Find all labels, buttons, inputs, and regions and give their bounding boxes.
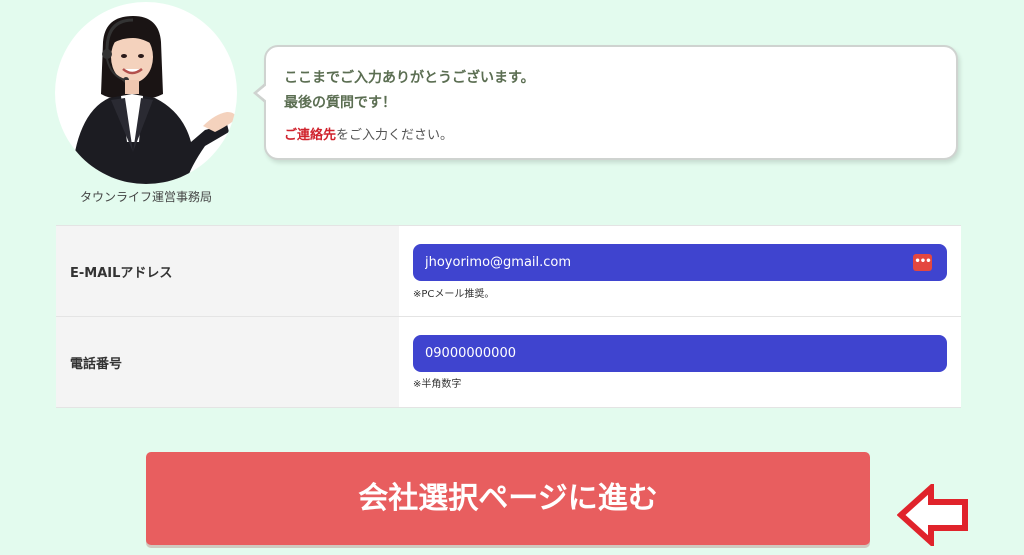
email-hint: ※PCメール推奨。 bbox=[413, 289, 495, 300]
speech-bubble: ここまでご入力ありがとうございます。 最後の質問です！ ご連絡先をご入力ください… bbox=[264, 45, 958, 160]
email-label: E-MAILアドレス bbox=[70, 266, 173, 281]
phone-label-cell: 電話番号 bbox=[56, 317, 399, 407]
phone-hint: ※半角数字 bbox=[413, 379, 462, 390]
email-row: E-MAILアドレス ••• ※PCメール推奨。 bbox=[56, 225, 961, 316]
bubble-instruction-emphasis: ご連絡先 bbox=[284, 128, 337, 143]
phone-row: 電話番号 ※半角数字 bbox=[56, 316, 961, 408]
email-label-cell: E-MAILアドレス bbox=[56, 226, 399, 316]
bubble-tail-inner bbox=[257, 84, 268, 102]
proceed-to-company-selection-button[interactable]: 会社選択ページに進む bbox=[146, 452, 870, 545]
phone-field[interactable] bbox=[413, 335, 947, 372]
operator-woman-headset-icon bbox=[71, 16, 236, 184]
operator-avatar bbox=[55, 2, 237, 184]
bubble-thanks-text: ここまでご入力ありがとうございます。 bbox=[284, 70, 535, 86]
operator-caption: タウンライフ運営事務局 bbox=[79, 190, 212, 204]
email-field[interactable] bbox=[413, 244, 947, 281]
bubble-instruction-text: ご連絡先をご入力ください。 bbox=[284, 124, 453, 143]
bubble-last-question-text: 最後の質問です！ bbox=[284, 95, 396, 111]
contact-form: E-MAILアドレス ••• ※PCメール推奨。 電話番号 ※半角数字 bbox=[56, 225, 961, 408]
phone-label: 電話番号 bbox=[70, 357, 123, 372]
left-arrow-icon bbox=[897, 484, 968, 546]
bubble-instruction-rest: をご入力ください。 bbox=[336, 128, 454, 143]
password-manager-icon[interactable]: ••• bbox=[913, 254, 932, 271]
